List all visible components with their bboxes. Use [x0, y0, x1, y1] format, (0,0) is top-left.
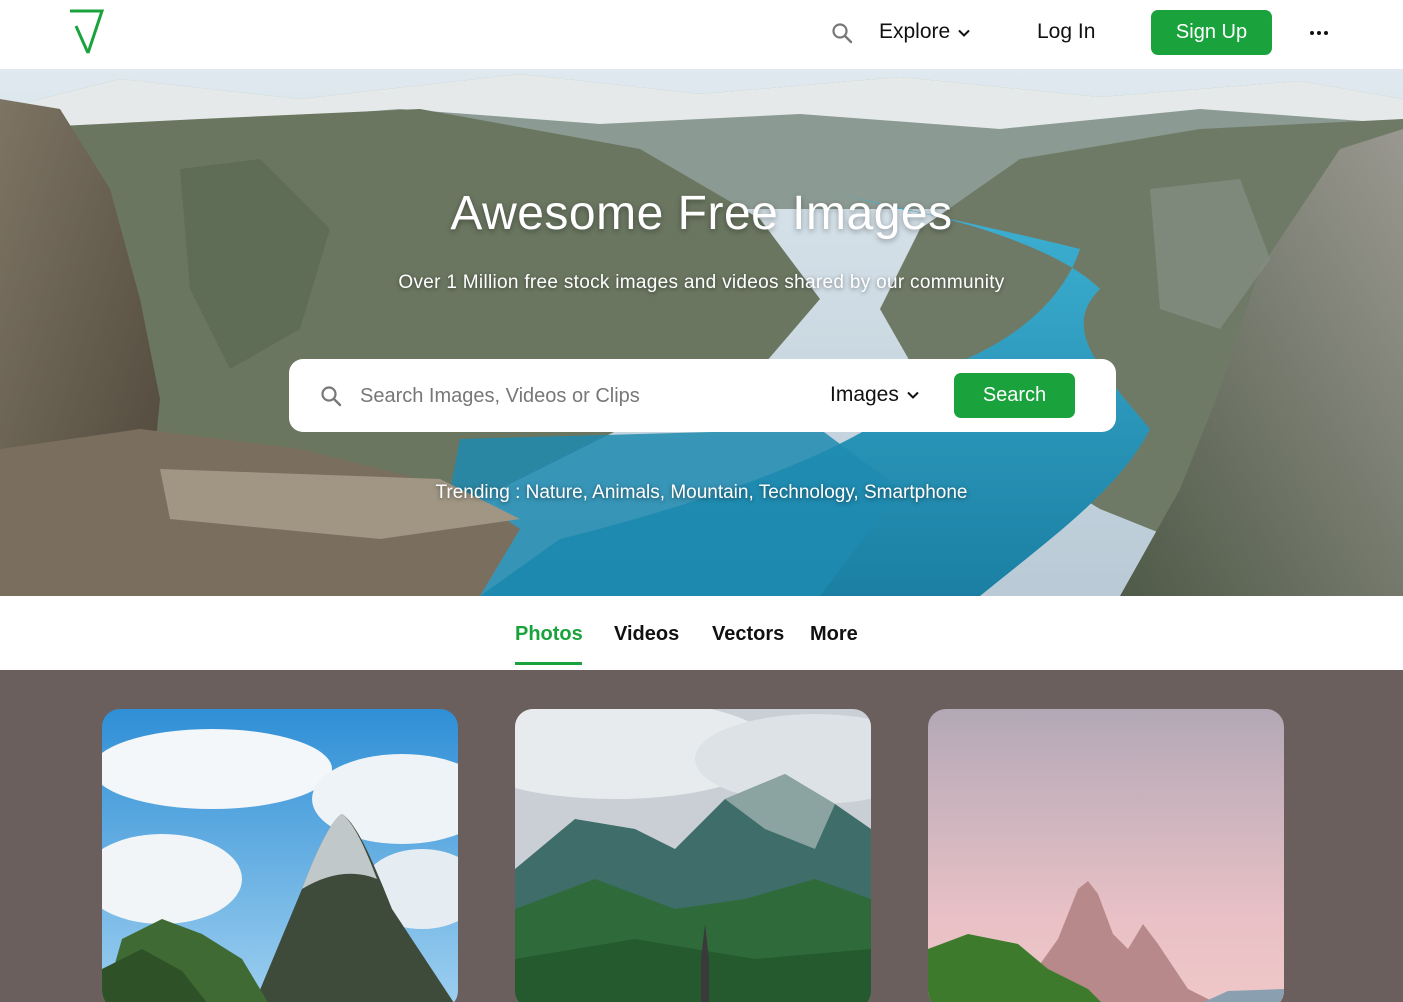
hero-title: Awesome Free Images: [450, 187, 953, 240]
trending-link[interactable]: Technology: [759, 482, 854, 503]
media-type-tabs: Photos Videos Vectors More: [0, 596, 1403, 670]
explore-label: Explore: [879, 20, 951, 43]
top-navigation-bar: Explore Log In Sign Up: [0, 0, 1403, 69]
more-dot: [1310, 31, 1314, 35]
hero-subtitle: Over 1 Million free stock images and vid…: [398, 272, 1005, 293]
photo-thumbnail: [515, 709, 871, 1002]
trending-separator: ,: [748, 482, 759, 503]
search-button[interactable]: Search: [954, 373, 1075, 418]
hero-search-bar: Images Search: [289, 359, 1116, 432]
photo-thumbnail: [928, 709, 1284, 1002]
trending-link[interactable]: Nature: [526, 482, 583, 503]
trending-link[interactable]: Animals: [592, 482, 660, 503]
logo-icon[interactable]: [68, 8, 104, 56]
explore-menu[interactable]: Explore: [879, 20, 970, 44]
trending-link[interactable]: Smartphone: [864, 482, 968, 503]
chevron-down-icon: [958, 29, 970, 37]
more-dot: [1317, 31, 1321, 35]
login-link[interactable]: Log In: [1037, 20, 1095, 44]
hero-fjord-background: [0, 69, 1403, 596]
search-icon[interactable]: [831, 22, 853, 44]
gallery-card-alpine-village[interactable]: [515, 709, 871, 1002]
active-tab-indicator: [515, 662, 582, 665]
trending-separator: ,: [659, 482, 671, 503]
trending-separator: ,: [582, 482, 593, 503]
trending-separator: ,: [853, 482, 864, 503]
trending-link[interactable]: Mountain: [670, 482, 748, 503]
photo-thumbnail: [102, 709, 458, 1002]
chevron-down-icon: [907, 391, 919, 399]
tab-vectors[interactable]: Vectors: [712, 623, 784, 646]
search-type-dropdown[interactable]: Images: [830, 383, 919, 407]
gallery-card-cloudy-mountain[interactable]: [102, 709, 458, 1002]
more-icon[interactable]: [1306, 22, 1332, 44]
trending-prefix: Trending :: [435, 482, 526, 503]
hero-banner: Awesome Free Images Over 1 Million free …: [0, 69, 1403, 596]
search-type-label: Images: [830, 383, 899, 406]
search-input[interactable]: [360, 377, 790, 415]
tab-photos[interactable]: Photos: [515, 623, 583, 646]
search-icon: [321, 386, 342, 407]
gallery-card-twin-peaks[interactable]: [928, 709, 1284, 1002]
tab-more[interactable]: More: [810, 623, 858, 646]
trending-row: Trending : Nature, Animals, Mountain, Te…: [0, 482, 1403, 504]
signup-button[interactable]: Sign Up: [1151, 10, 1272, 55]
more-dot: [1324, 31, 1328, 35]
tab-videos[interactable]: Videos: [614, 623, 679, 646]
